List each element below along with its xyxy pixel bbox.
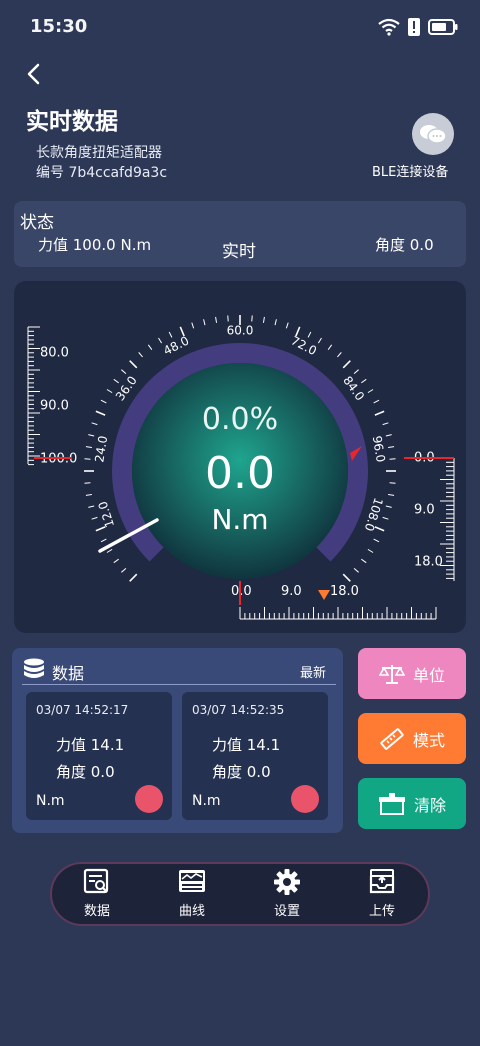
left-scale-label: 80.0 <box>40 346 69 361</box>
record-status-dot[interactable] <box>135 785 163 813</box>
mode-label: 实时 <box>222 242 256 262</box>
gauge-tick-label: 72.0 <box>289 334 319 359</box>
gauge-tick <box>285 322 289 329</box>
gauge-tick <box>129 360 138 369</box>
device-id: 编号 7b4ccafd9a3c <box>36 165 168 181</box>
device-name: 长款角度扭矩适配器 <box>36 145 162 161</box>
ble-connect-icon[interactable] <box>412 113 454 155</box>
record-force: 力值 14.1 <box>56 736 125 754</box>
gauge-tick <box>262 316 265 323</box>
angle-value: 角度 0.0 <box>375 236 434 254</box>
gauge-tick <box>113 558 119 564</box>
gauge-tick <box>367 548 374 553</box>
gauge-tick <box>138 352 143 358</box>
upload-tray-icon <box>369 869 395 894</box>
gauge-tick <box>337 352 342 358</box>
battery-icon <box>428 19 458 35</box>
record-force: 力值 14.1 <box>212 736 281 754</box>
nav-curve-label: 曲线 <box>178 904 205 919</box>
gauge-tick <box>317 337 322 344</box>
gauge-tick <box>373 538 380 543</box>
gauge-tick <box>367 389 374 394</box>
nav-upload-label: 上传 <box>368 904 395 919</box>
bottom-orange-marker <box>318 590 330 600</box>
gauge-tick <box>121 369 127 374</box>
clear-button-label: 清除 <box>413 795 446 815</box>
page-title: 实时数据 <box>26 109 118 135</box>
data-divider <box>22 684 336 685</box>
nav-data-label: 数据 <box>83 904 110 919</box>
ble-connect-label[interactable]: BLE连接设备 <box>372 161 448 180</box>
bottom-scale-label: 9.0 <box>281 584 302 599</box>
force-value: 力值 100.0 N.m <box>38 236 152 254</box>
bottom-scale-label: 18.0 <box>330 584 359 599</box>
record-status-dot[interactable] <box>291 785 319 813</box>
gauge-tick <box>168 331 173 338</box>
record-unit: N.m <box>36 793 65 809</box>
chart-icon <box>179 870 205 892</box>
gauge-tick-label: 48.0 <box>161 334 191 359</box>
gauge-unit: N.m <box>211 503 269 536</box>
record-time: 03/07 14:52:35 <box>192 703 285 717</box>
gauge-tick <box>215 316 218 323</box>
eraser-box-icon <box>378 792 405 815</box>
unit-button[interactable]: 单位 <box>358 648 466 699</box>
chat-bubbles-icon <box>420 125 447 144</box>
scale-balance-icon <box>378 664 405 684</box>
record-time: 03/07 14:52:17 <box>36 703 129 717</box>
gauge-tick <box>121 568 127 573</box>
database-icon <box>24 658 44 678</box>
nav-settings-label: 设置 <box>273 904 300 919</box>
record-angle: 角度 0.0 <box>56 763 115 781</box>
gauge-tick <box>113 378 119 384</box>
gauge-tick <box>353 568 359 573</box>
gauge-tick <box>191 322 195 329</box>
data-title: 数据 <box>52 664 85 683</box>
mode-button-label: 模式 <box>412 730 445 750</box>
gauge-tick-label: 60.0 <box>227 324 254 338</box>
ruler-icon <box>380 727 404 750</box>
nav-data[interactable]: 数据 <box>67 868 127 922</box>
status-time: 15:30 <box>30 16 88 37</box>
nav-settings[interactable]: 设置 <box>257 868 317 922</box>
nav-upload[interactable]: 上传 <box>352 868 412 922</box>
gauge-tick <box>327 344 333 350</box>
gauge-value: 0.0 <box>205 448 275 499</box>
left-scale: 80.090.0100.0 <box>27 326 77 467</box>
gauge-tick <box>361 558 367 564</box>
unit-button-label: 单位 <box>412 665 445 685</box>
wifi-icon <box>378 18 400 36</box>
right-scale-label: 18.0 <box>414 555 443 570</box>
record-unit: N.m <box>192 793 221 809</box>
gauge-tick <box>158 337 163 344</box>
nav-curve[interactable]: 曲线 <box>162 868 222 922</box>
mode-button[interactable]: 模式 <box>358 713 466 764</box>
status-heading: 状态 <box>20 213 54 233</box>
document-search-icon <box>83 868 109 894</box>
gauge-tick <box>147 344 153 350</box>
status-icons <box>378 16 458 38</box>
chevron-left-icon <box>27 63 40 85</box>
gauge-tick <box>342 360 351 369</box>
gauge-tick <box>106 389 113 394</box>
gear-icon <box>274 869 300 895</box>
data-latest-label[interactable]: 最新 <box>300 662 326 681</box>
gauge-tick <box>203 319 206 326</box>
gauge-percent: 0.0% <box>201 402 279 437</box>
gauge-tick <box>100 538 107 543</box>
back-button[interactable] <box>20 60 50 90</box>
record-angle: 角度 0.0 <box>212 763 271 781</box>
gauge-tick <box>307 331 312 338</box>
gauge-tick <box>342 573 351 582</box>
gauge-tick <box>274 319 277 326</box>
bottom-scale: 0.0 9.0 18.0 <box>231 584 437 620</box>
bottom-scale-label: 0.0 <box>231 584 252 599</box>
gauge-tick <box>106 548 113 553</box>
clear-button[interactable]: 清除 <box>358 778 466 829</box>
gauge-tick <box>353 369 359 374</box>
gauge-tick <box>361 378 367 384</box>
alert-icon <box>408 18 420 36</box>
gauge-tick <box>129 573 138 582</box>
